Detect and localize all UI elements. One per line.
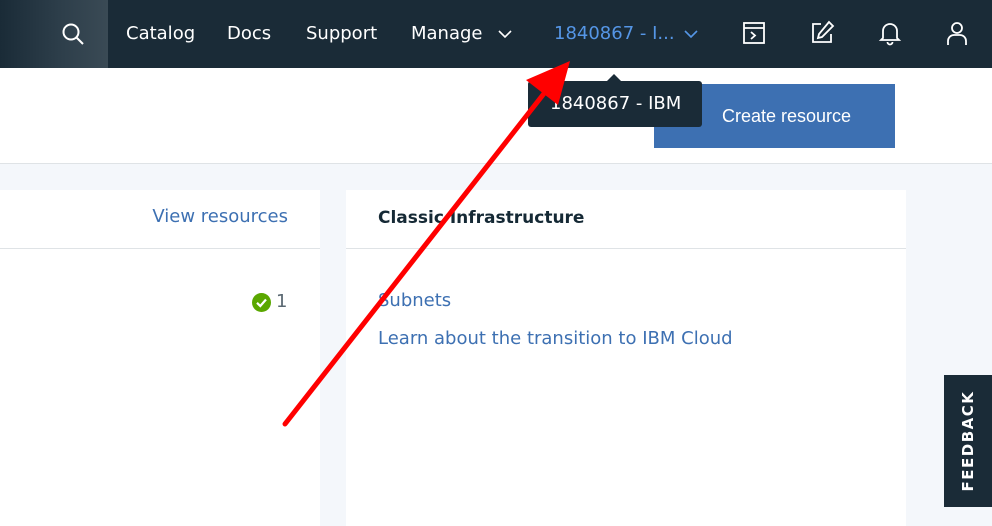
- classic-infrastructure-card: Classic Infrastructure Subnets Learn abo…: [346, 190, 906, 526]
- nav-docs[interactable]: Docs: [227, 0, 271, 68]
- account-tooltip: 1840867 - IBM: [528, 81, 702, 127]
- search-icon: [62, 23, 84, 45]
- subnets-link[interactable]: Subnets: [378, 290, 451, 311]
- edit-icon[interactable]: [809, 20, 835, 46]
- account-chevron-down-icon[interactable]: [683, 27, 699, 41]
- card-header: Classic Infrastructure: [346, 190, 906, 249]
- bell-icon[interactable]: [877, 20, 903, 46]
- search-button[interactable]: [0, 0, 108, 68]
- status-count: 1: [276, 291, 288, 312]
- user-icon[interactable]: [944, 20, 970, 46]
- ibm-cloud-transition-link[interactable]: Learn about the transition to IBM Cloud: [378, 328, 733, 349]
- feedback-tab[interactable]: FEEDBACK: [944, 375, 992, 507]
- account-switcher[interactable]: 1840867 - I...: [554, 0, 675, 68]
- manage-chevron-down-icon[interactable]: [497, 27, 513, 41]
- feedback-label: FEEDBACK: [959, 390, 977, 492]
- resource-summary-card: View resources 1: [0, 190, 320, 526]
- check-circle-icon: [252, 293, 271, 312]
- nav-manage[interactable]: Manage: [411, 0, 483, 68]
- card-header: View resources: [0, 190, 320, 249]
- view-resources-link[interactable]: View resources: [152, 206, 288, 227]
- terminal-icon[interactable]: [741, 20, 767, 46]
- nav-support[interactable]: Support: [306, 0, 377, 68]
- card-title: Classic Infrastructure: [378, 208, 585, 228]
- nav-catalog[interactable]: Catalog: [126, 0, 195, 68]
- top-navigation: Catalog Docs Support Manage 1840867 - I.…: [0, 0, 992, 68]
